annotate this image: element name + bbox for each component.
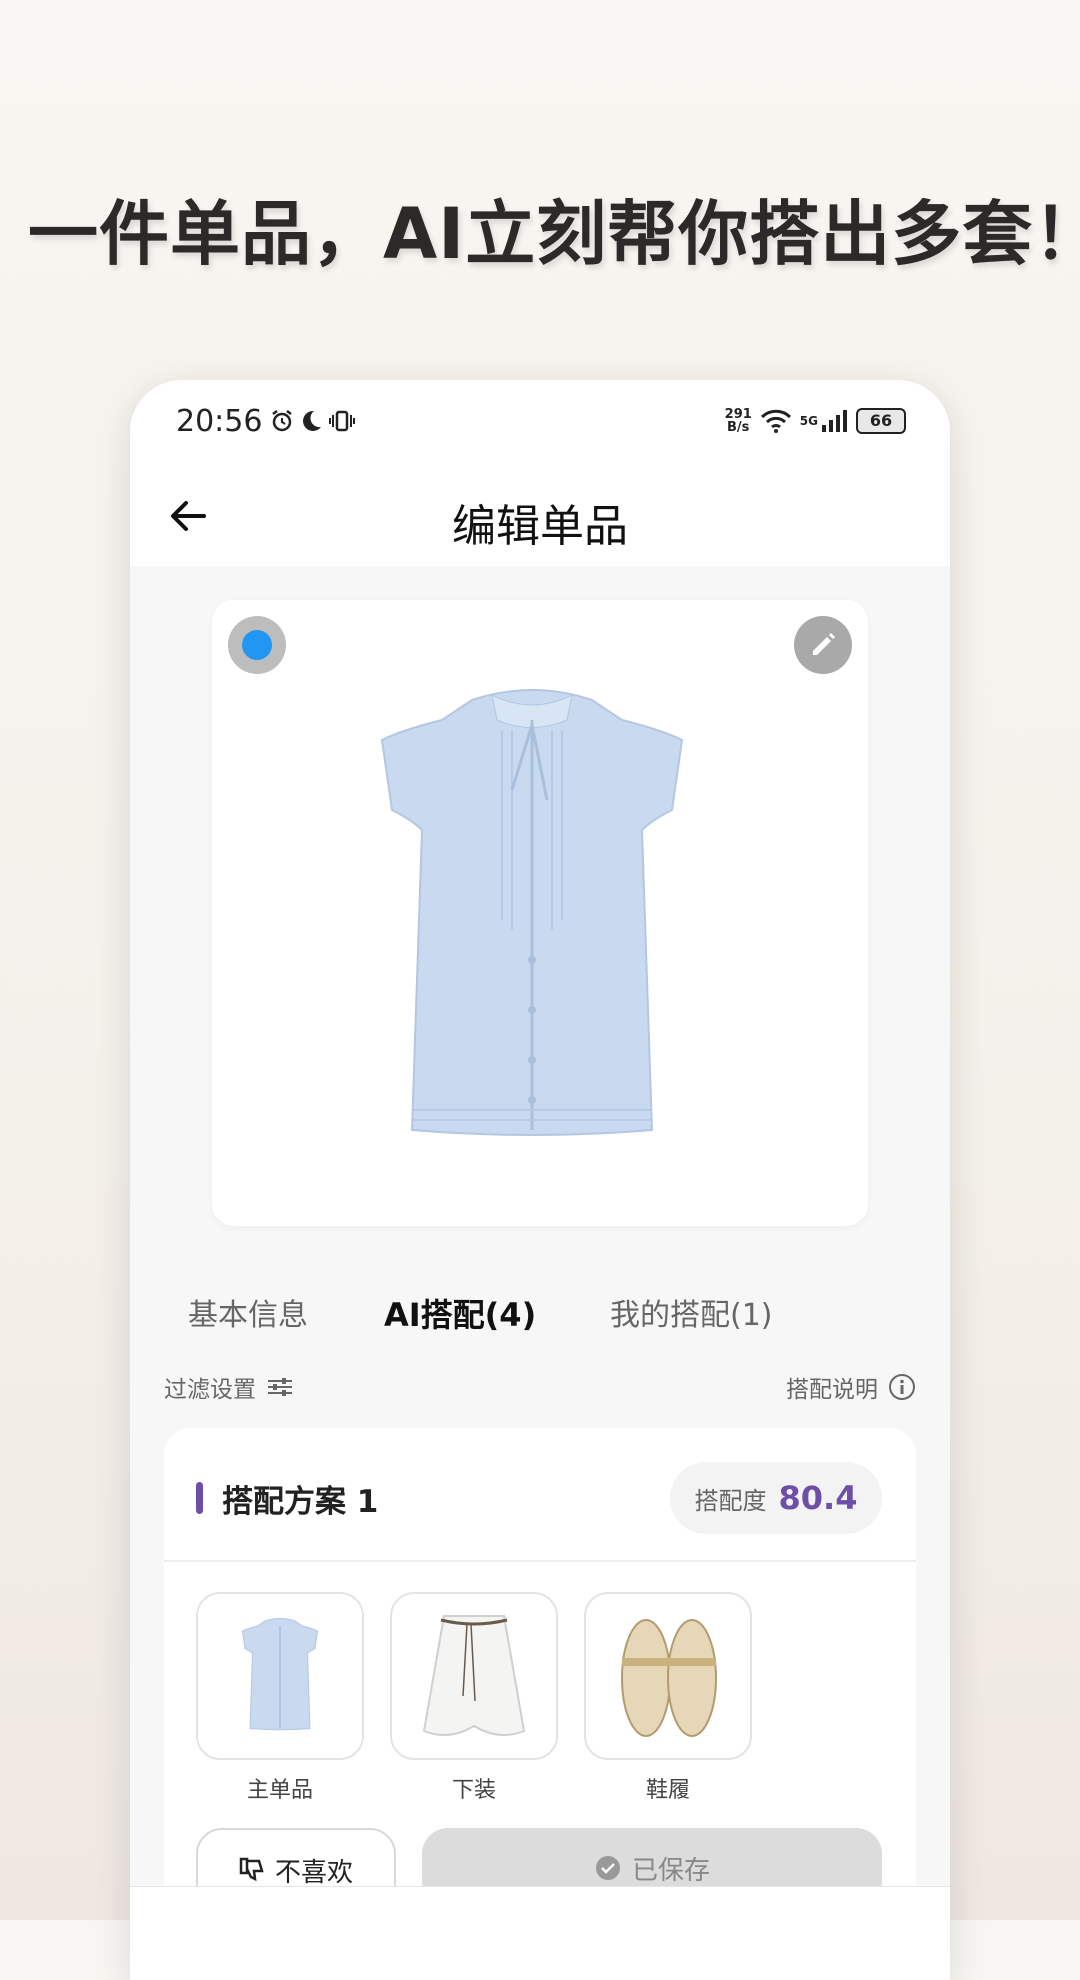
item-image-card [212, 600, 868, 1226]
outfit-item-shoes[interactable]: 鞋履 [584, 1592, 752, 1804]
plan-accent-bar [196, 1482, 203, 1514]
outfit-item-main[interactable]: 主单品 [196, 1592, 364, 1804]
item-label: 主单品 [246, 1778, 313, 1803]
thumbs-down-icon [239, 1857, 264, 1882]
outfit-info-button[interactable]: 搭配说明 [786, 1370, 916, 1404]
alarm-icon [272, 410, 293, 432]
nav-bar: 编辑单品 [130, 476, 950, 556]
bottom-bar [130, 1886, 950, 1980]
item-thumbnail [584, 1592, 752, 1760]
outfit-items: 主单品 下装 鞋履 [196, 1592, 752, 1804]
moon-icon [303, 410, 322, 431]
item-label: 鞋履 [645, 1778, 690, 1803]
wifi-icon [760, 409, 791, 433]
status-bar: 20:56 291 B/s 5G 66 [176, 396, 906, 446]
pencil-icon [813, 633, 835, 655]
status-time: 20:56 [176, 403, 263, 439]
tab-bar: 基本信息 AI搭配(4) 我的搭配(1) [130, 1290, 950, 1346]
item-thumbnail [390, 1592, 558, 1760]
outfit-info-label: 搭配说明 [786, 1377, 878, 1403]
score-label: 搭配度 [694, 1486, 767, 1515]
tab-ai-outfits[interactable]: AI搭配(4) [384, 1290, 536, 1336]
check-circle-icon [595, 1856, 620, 1880]
info-icon [889, 1374, 915, 1400]
score-value: 80.4 [778, 1479, 858, 1517]
filter-settings-button[interactable]: 过滤设置 [164, 1370, 294, 1404]
saved-label: 已保存 [631, 1855, 710, 1886]
tab-basic-info[interactable]: 基本信息 [188, 1290, 308, 1334]
net-speed: 291 B/s [724, 407, 752, 435]
page-title: 编辑单品 [452, 501, 628, 552]
signal-icon [822, 410, 847, 432]
sliders-icon [268, 1378, 292, 1396]
match-score-badge: 搭配度 80.4 [670, 1462, 882, 1534]
select-radio[interactable] [228, 616, 286, 674]
headline: 一件单品，AI立刻帮你搭出多套！ [28, 193, 1080, 275]
radio-dot [242, 630, 272, 660]
filter-row: 过滤设置 搭配说明 [164, 1370, 916, 1410]
phone-screen: 20:56 291 B/s 5G 66 编辑单品 基本信息 AI搭配(4) 我的… [130, 380, 950, 1980]
battery-indicator: 66 [856, 408, 906, 434]
outfit-item-bottom[interactable]: 下装 [390, 1592, 558, 1804]
item-thumbnail [196, 1592, 364, 1760]
plan-title: 搭配方案 1 [222, 1484, 379, 1520]
vibrate-icon [329, 410, 356, 432]
item-label: 下装 [451, 1778, 496, 1803]
dislike-label: 不喜欢 [274, 1857, 353, 1888]
plan-header: 搭配方案 1 搭配度 80.4 [164, 1428, 916, 1562]
filter-settings-label: 过滤设置 [164, 1377, 256, 1403]
network-type: 5G [799, 414, 818, 428]
main-item-image [380, 689, 684, 1136]
tab-my-outfits[interactable]: 我的搭配(1) [610, 1290, 773, 1334]
edit-button[interactable] [794, 616, 852, 674]
